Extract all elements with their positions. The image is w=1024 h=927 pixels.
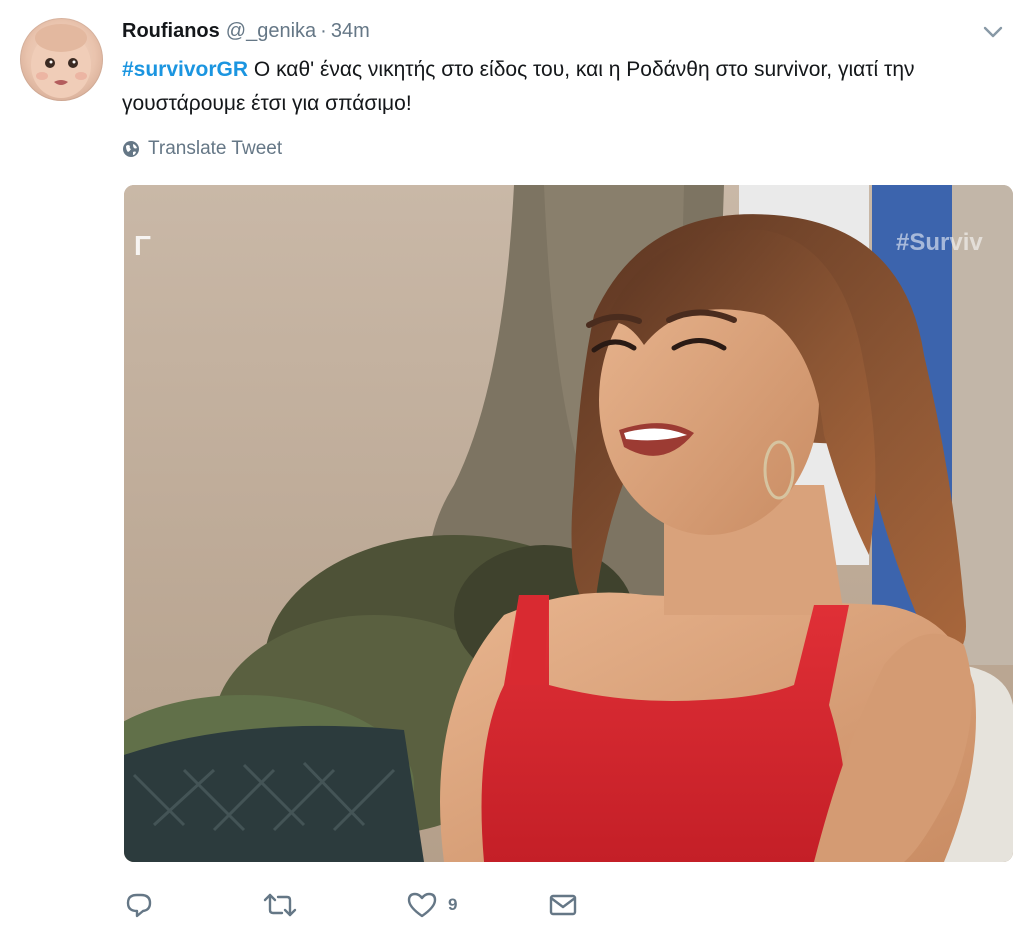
like-button[interactable]: 9 — [406, 885, 457, 925]
author-name[interactable]: Roufianos — [122, 20, 220, 42]
watermark-right: #Surviv — [896, 229, 983, 256]
globe-icon — [123, 141, 139, 157]
tweet-text: #survivorGR Ο καθ' ένας νικητής στο είδο… — [122, 53, 992, 121]
translate-tweet-link[interactable]: Translate Tweet — [122, 136, 282, 162]
separator-dot: · — [320, 20, 327, 42]
tweet: Roufianos @_genika · 34m #survivorGR Ο καθ'… — [0, 0, 1024, 927]
envelope-icon — [549, 894, 577, 916]
author-handle[interactable]: @_genika — [226, 20, 316, 42]
translate-label: Translate Tweet — [148, 138, 283, 159]
avatar-image — [31, 24, 91, 98]
tweet-media[interactable]: Γ #Surviv — [124, 185, 1013, 862]
avatar[interactable] — [20, 18, 103, 101]
retweet-button[interactable] — [262, 885, 308, 925]
tweet-header: Roufianos @_genika · 34m — [122, 18, 370, 44]
heart-icon — [407, 892, 437, 918]
retweet-icon — [263, 893, 297, 917]
like-count: 9 — [448, 895, 458, 914]
reply-icon — [126, 893, 152, 918]
tweet-actions: 9 — [124, 885, 724, 925]
direct-message-button[interactable] — [548, 885, 578, 925]
media-image: Γ #Surviv — [124, 185, 1013, 862]
tweet-timestamp[interactable]: 34m — [331, 20, 370, 42]
watermark-left: Γ — [134, 230, 151, 261]
reply-button[interactable] — [124, 885, 164, 925]
chevron-down-icon[interactable] — [982, 24, 1004, 40]
hashtag-link[interactable]: #survivorGR — [122, 58, 248, 81]
